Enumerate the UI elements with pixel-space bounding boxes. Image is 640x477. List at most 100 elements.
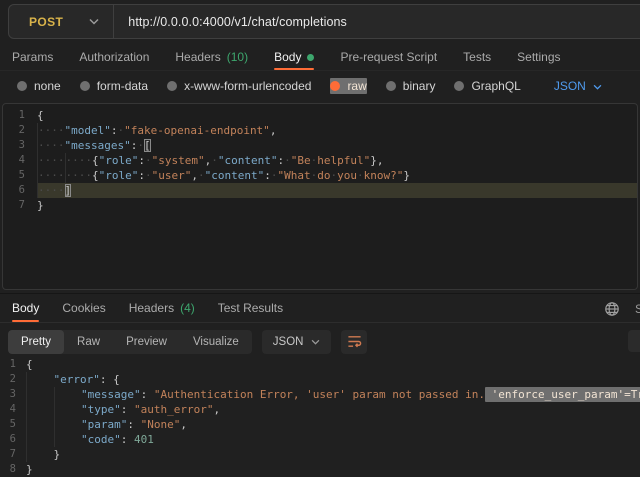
view-raw[interactable]: Raw (64, 330, 113, 354)
line-number: 6 (0, 432, 26, 447)
format-selector[interactable]: JSON (554, 79, 602, 93)
code-line: 5········{"role":·"user",·"content":·"Wh… (3, 168, 637, 183)
tab-label: Test Results (218, 301, 283, 315)
body-type-none[interactable]: none (17, 79, 61, 93)
code-content: } (26, 462, 640, 477)
code-content: "code": 401 (26, 432, 640, 447)
whitespace-dot: · (311, 169, 318, 182)
request-body-editor[interactable]: 1{2····"model":·"fake-openai-endpoint",3… (2, 103, 638, 290)
line-number: 6 (3, 183, 37, 198)
json-punctuation: : (127, 418, 140, 431)
json-key: "content" (218, 154, 278, 167)
response-tab-test-results[interactable]: Test Results (218, 294, 283, 322)
status-text-clipped: St (635, 302, 640, 316)
tab-authorization[interactable]: Authorization (79, 44, 149, 70)
tab-pre-request-script[interactable]: Pre-request Script (340, 44, 437, 70)
code-content: "message": "Authentication Error, 'user'… (26, 387, 640, 402)
json-punctuation: :· (138, 169, 151, 182)
tab-label: Headers (129, 301, 174, 315)
tab-params[interactable]: Params (12, 44, 53, 70)
unsaved-dot-icon (307, 54, 314, 61)
radio-circle-icon (386, 81, 396, 91)
code-content: } (37, 198, 637, 213)
url-input[interactable]: http://0.0.0.0:4000/v1/chat/completions (114, 15, 347, 29)
line-number: 5 (0, 417, 26, 432)
radio-label: GraphQL (471, 79, 520, 93)
response-body-editor[interactable]: 1{2 "error": {3 "message": "Authenticati… (0, 355, 640, 477)
json-punctuation: :· (138, 154, 151, 167)
line-number: 5 (3, 168, 37, 183)
response-tab-cookies[interactable]: Cookies (62, 294, 105, 322)
method-selector[interactable]: POST (9, 5, 113, 38)
method-label: POST (29, 15, 63, 29)
tab-tests[interactable]: Tests (463, 44, 491, 70)
code-line: 4 "type": "auth_error", (0, 402, 640, 417)
code-content: ········{"role":·"user",·"content":·"Wha… (37, 168, 637, 183)
response-tab-body[interactable]: Body (12, 294, 39, 322)
code-content: { (26, 357, 640, 372)
json-punctuation: :· (277, 154, 290, 167)
code-content: { (37, 108, 637, 123)
indent-guide (54, 417, 82, 432)
json-punctuation: :· (131, 139, 144, 152)
matched-bracket: [ (144, 139, 151, 152)
body-type-raw[interactable]: raw (330, 78, 366, 94)
code-content: ········{"role":·"system",·"content":·"B… (37, 153, 637, 168)
matched-bracket: ] (65, 184, 72, 197)
code-content: "type": "auth_error", (26, 402, 640, 417)
body-type-x-www-form-urlencoded[interactable]: x-www-form-urlencoded (167, 79, 311, 93)
globe-icon[interactable] (604, 301, 620, 320)
json-punctuation: :· (111, 124, 124, 137)
tab-label: Body (12, 301, 39, 315)
indent-guide (26, 432, 54, 447)
tab-label: Body (274, 50, 301, 64)
json-key: "type" (81, 403, 121, 416)
code-line: 3····"messages":·[ (3, 138, 637, 153)
code-line: 3 "message": "Authentication Error, 'use… (0, 387, 640, 402)
response-tab-headers[interactable]: Headers(4) (129, 294, 195, 322)
whitespace-dot: · (145, 154, 152, 167)
tab-headers[interactable]: Headers(10) (175, 44, 248, 70)
json-punctuation: { (92, 169, 99, 182)
json-string: "Authentication Error, 'user' param not … (154, 388, 485, 401)
whitespace-dot: · (198, 169, 205, 182)
body-type-form-data[interactable]: form-data (80, 79, 148, 93)
json-number: 401 (134, 433, 154, 446)
radio-circle-icon (17, 81, 27, 91)
indent-guide: ···· (37, 183, 65, 198)
tab-label: Params (12, 50, 53, 64)
chevron-down-icon (89, 18, 99, 25)
indent-guide (26, 447, 54, 462)
view-preview[interactable]: Preview (113, 330, 180, 354)
json-key: "param" (81, 418, 127, 431)
json-punctuation: : { (100, 373, 120, 386)
radio-label: x-www-form-urlencoded (184, 79, 311, 93)
whitespace-dot: · (311, 154, 318, 167)
code-line: 6····] (3, 183, 637, 198)
view-visualize[interactable]: Visualize (180, 330, 252, 354)
line-number: 1 (0, 357, 26, 372)
body-type-binary[interactable]: binary (386, 79, 436, 93)
body-type-graphql[interactable]: GraphQL (454, 79, 520, 93)
wrap-text-button[interactable] (341, 330, 367, 354)
tab-label: Pre-request Script (340, 50, 437, 64)
code-line: 2····"model":·"fake-openai-endpoint", (3, 123, 637, 138)
line-number: 1 (3, 108, 37, 123)
clipped-right-button[interactable] (628, 330, 640, 352)
response-tabs: St Body Cookies Headers(4) Test Results (0, 293, 640, 323)
indent-guide (54, 402, 82, 417)
line-number: 4 (3, 153, 37, 168)
radio-label: raw (347, 79, 366, 93)
tab-body[interactable]: Body (274, 44, 314, 70)
tab-label: Headers (175, 50, 220, 64)
json-punctuation: , (213, 403, 220, 416)
indent-guide (26, 387, 54, 402)
view-pretty[interactable]: Pretty (8, 330, 64, 354)
json-key: "error" (54, 373, 100, 386)
json-string: "system" (152, 154, 205, 167)
radio-circle-icon (167, 81, 177, 91)
line-number: 7 (3, 198, 37, 213)
indent-guide (26, 417, 54, 432)
tab-settings[interactable]: Settings (517, 44, 560, 70)
response-format-selector[interactable]: JSON (262, 330, 332, 354)
